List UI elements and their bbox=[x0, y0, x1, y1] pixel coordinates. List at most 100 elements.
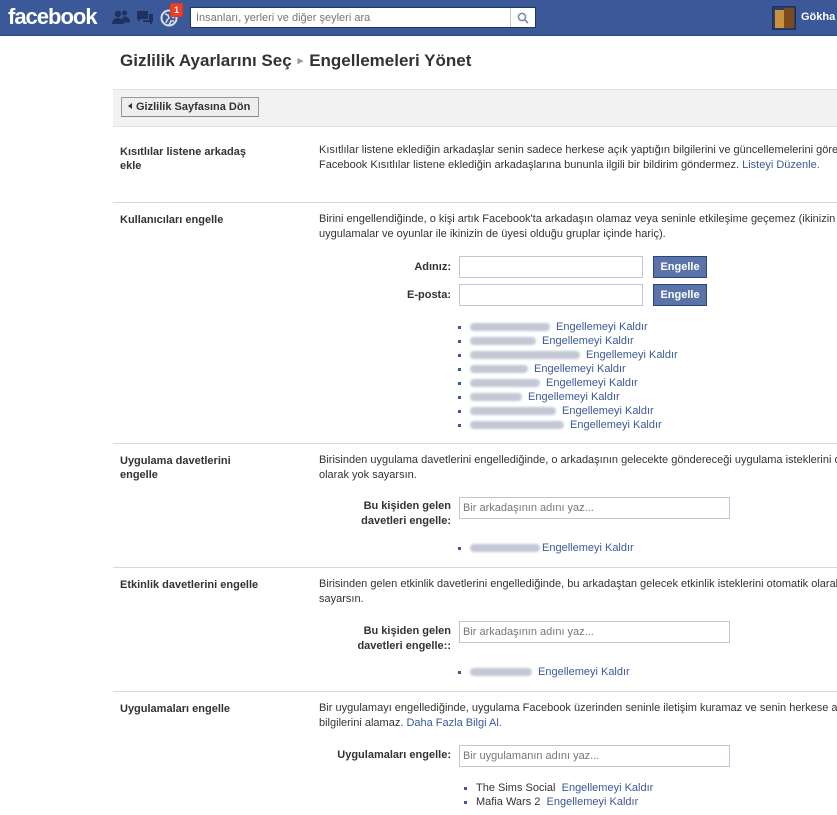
blurred-name bbox=[470, 365, 528, 374]
section-title: Uygulamaları engelle bbox=[120, 703, 231, 715]
block-by-name-button[interactable]: Engelle bbox=[653, 256, 707, 278]
avatar[interactable] bbox=[772, 6, 796, 30]
event-invites-blocked-list: Engellemeyi Kaldır bbox=[456, 665, 630, 679]
breadcrumb-parent[interactable]: Gizlilik Ayarlarını Seç bbox=[120, 51, 292, 70]
app-invites-field-label: Bu kişiden gelen davetleri engelle: bbox=[313, 499, 451, 529]
event-invites-friend-input[interactable]: Bir arkadaşının adını yaz... bbox=[459, 621, 730, 643]
list-item: Engellemeyi Kaldır bbox=[456, 541, 634, 555]
back-to-privacy-button[interactable]: Gizlilik Sayfasına Dön bbox=[121, 97, 260, 117]
search-button[interactable] bbox=[510, 8, 535, 27]
blurred-name bbox=[470, 379, 540, 388]
label-line: Bu kişiden gelen bbox=[363, 500, 451, 512]
unblock-link[interactable]: Engellemeyi Kaldır bbox=[534, 363, 626, 375]
description-line: bilgilerini alamaz. bbox=[319, 717, 404, 729]
blurred-name bbox=[470, 421, 564, 430]
section-description: Birisinden uygulama davetlerini engelled… bbox=[319, 453, 837, 483]
description-line: Birisinden gelen etkinlik davetlerini en… bbox=[319, 578, 837, 590]
label-line: davetleri engelle:: bbox=[357, 640, 451, 652]
section-title: Kısıtlılar listene arkadaş ekle bbox=[120, 146, 246, 172]
label-line: davetleri engelle: bbox=[361, 515, 451, 527]
blurred-name bbox=[470, 668, 532, 677]
event-invites-section: Etkinlik davetlerini engelle Birisinden … bbox=[113, 567, 837, 692]
unblock-link[interactable]: Engellemeyi Kaldır bbox=[570, 419, 662, 431]
list-item: Engellemeyi Kaldır bbox=[456, 320, 678, 334]
edit-list-link[interactable]: Listeyi Düzenle. bbox=[742, 159, 820, 171]
list-item: Engellemeyi Kaldır bbox=[456, 665, 630, 679]
description-line: Bir uygulamayı engellediğinde, uygulama … bbox=[319, 702, 837, 714]
unblock-link[interactable]: Engellemeyi Kaldır bbox=[546, 377, 638, 389]
back-button-label: Gizlilik Sayfasına Dön bbox=[136, 101, 251, 113]
blurred-name bbox=[470, 407, 556, 416]
list-item: Engellemeyi Kaldır bbox=[456, 362, 678, 376]
chevron-left-icon bbox=[128, 103, 132, 109]
blocked-apps-list: The Sims Social Engellemeyi Kaldır Mafia… bbox=[462, 781, 653, 809]
unblock-link[interactable]: Engellemeyi Kaldır bbox=[547, 796, 639, 808]
section-description: Bir uygulamayı engellediğinde, uygulama … bbox=[319, 701, 837, 731]
list-item: Mafia Wars 2 Engellemeyi Kaldır bbox=[462, 795, 653, 809]
unblock-link[interactable]: Engellemeyi Kaldır bbox=[562, 782, 654, 794]
name-label: Adınız: bbox=[414, 261, 451, 273]
list-item: Engellemeyi Kaldır bbox=[456, 404, 678, 418]
list-item: Engellemeyi Kaldır bbox=[456, 348, 678, 362]
section-title: Kullanıcıları engelle bbox=[120, 214, 224, 226]
block-apps-label: Uygulamaları engelle: bbox=[337, 749, 451, 761]
unblock-link[interactable]: Engellemeyi Kaldır bbox=[556, 321, 648, 333]
section-description: Birisinden gelen etkinlik davetlerini en… bbox=[319, 577, 837, 607]
facebook-logo[interactable]: facebook bbox=[8, 4, 98, 30]
unblock-link[interactable]: Engellemeyi Kaldır bbox=[542, 542, 634, 554]
app-name: The Sims Social bbox=[476, 782, 556, 794]
block-apps-section: Uygulamaları engelle Bir uygulamayı enge… bbox=[113, 691, 837, 815]
description-line: sayarsın. bbox=[319, 593, 364, 605]
section-title: Uygulama davetlerini engelle bbox=[120, 455, 231, 481]
search-icon bbox=[517, 12, 529, 24]
label-line: Bu kişiden gelen bbox=[363, 625, 451, 637]
section-description: Birini engellendiğinde, o kişi artık Fac… bbox=[319, 212, 837, 242]
description-line: Kısıtlılar listene eklediğin arkadaşlar … bbox=[319, 144, 837, 156]
blurred-name bbox=[470, 393, 522, 402]
unblock-link[interactable]: Engellemeyi Kaldır bbox=[542, 335, 634, 347]
email-label: E-posta: bbox=[407, 289, 451, 301]
section-title: Etkinlik davetlerini engelle bbox=[120, 579, 259, 591]
unblock-link[interactable]: Engellemeyi Kaldır bbox=[562, 405, 654, 417]
app-invites-section: Uygulama davetlerini engelle Birisinden … bbox=[113, 443, 837, 568]
app-name: Mafia Wars 2 bbox=[476, 796, 541, 808]
event-invites-field-label: Bu kişiden gelen davetleri engelle:: bbox=[313, 624, 451, 654]
section-description: Kısıtlılar listene eklediğin arkadaşlar … bbox=[319, 143, 837, 173]
back-bar: Gizlilik Sayfasına Dön bbox=[113, 89, 837, 127]
app-invites-blocked-list: Engellemeyi Kaldır bbox=[456, 541, 634, 555]
notification-badge: 1 bbox=[170, 3, 184, 17]
list-item: The Sims Social Engellemeyi Kaldır bbox=[462, 781, 653, 795]
blurred-name bbox=[470, 337, 536, 346]
learn-more-link[interactable]: Daha Fazla Bilgi Al. bbox=[406, 717, 501, 729]
search-input[interactable] bbox=[191, 8, 516, 27]
unblock-link[interactable]: Engellemeyi Kaldır bbox=[586, 349, 678, 361]
restricted-list-section: Kısıtlılar listene arkadaş ekle Kısıtlıl… bbox=[113, 125, 837, 203]
top-bar: facebook 1 Gökha bbox=[0, 0, 837, 36]
unblock-link[interactable]: Engellemeyi Kaldır bbox=[538, 666, 630, 678]
unblock-link[interactable]: Engellemeyi Kaldır bbox=[528, 391, 620, 403]
list-item: Engellemeyi Kaldır bbox=[456, 390, 678, 404]
username-link[interactable]: Gökha bbox=[801, 11, 835, 23]
description-line: Birisinden uygulama davetlerini engelled… bbox=[319, 454, 837, 466]
block-users-section: Kullanıcıları engelle Birini engellendiğ… bbox=[113, 202, 837, 444]
app-invites-friend-input[interactable]: Bir arkadaşının adını yaz... bbox=[459, 497, 730, 519]
block-apps-input[interactable]: Bir uygulamanın adını yaz... bbox=[459, 745, 730, 767]
blurred-name bbox=[470, 544, 540, 553]
description-line: olarak yok sayarsın. bbox=[319, 469, 417, 481]
block-by-email-button[interactable]: Engelle bbox=[653, 284, 707, 306]
messages-icon[interactable] bbox=[136, 9, 154, 25]
list-item: Engellemeyi Kaldır bbox=[456, 376, 678, 390]
friend-requests-icon[interactable] bbox=[112, 9, 130, 25]
description-line: Facebook Kısıtlılar listene eklediğin ar… bbox=[319, 159, 740, 171]
blurred-name bbox=[470, 351, 580, 360]
description-line: uygulamalar ve oyunlar ile ikinizin de ü… bbox=[319, 228, 666, 240]
blurred-name bbox=[470, 323, 550, 332]
email-input[interactable] bbox=[459, 284, 643, 306]
breadcrumb-separator-icon: ▸ bbox=[297, 55, 304, 67]
blocked-users-list: Engellemeyi Kaldır Engellemeyi Kaldır En… bbox=[456, 320, 678, 432]
description-line: Birini engellendiğinde, o kişi artık Fac… bbox=[319, 213, 837, 225]
list-item: Engellemeyi Kaldır bbox=[456, 334, 678, 348]
name-input[interactable] bbox=[459, 256, 643, 278]
page-title: Engellemeleri Yönet bbox=[309, 51, 472, 70]
breadcrumb: Gizlilik Ayarlarını Seç ▸ Engellemeleri Yö… bbox=[120, 51, 471, 71]
